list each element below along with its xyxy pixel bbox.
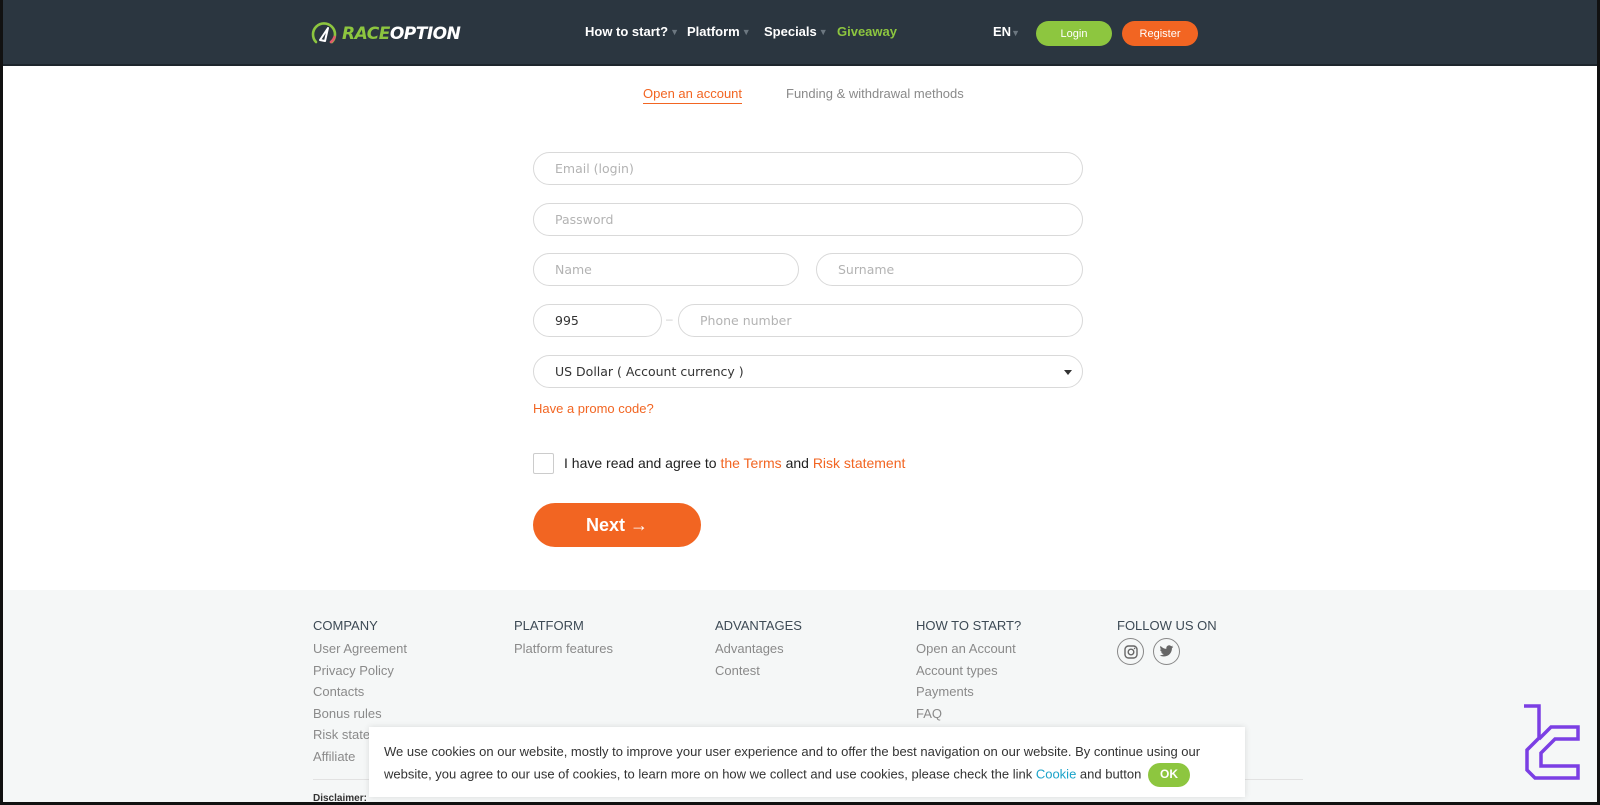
tab-funding-withdrawal[interactable]: Funding & withdrawal methods	[786, 86, 964, 101]
brand-watermark-icon	[1524, 704, 1580, 780]
phone-code-input[interactable]: 995	[533, 304, 662, 337]
currency-selected-value: US Dollar ( Account currency )	[555, 364, 744, 379]
caret-down-icon	[1064, 370, 1072, 375]
login-button[interactable]: Login	[1036, 21, 1112, 46]
speedometer-logo-icon	[311, 22, 337, 44]
email-input[interactable]: Email (login)	[533, 152, 1083, 185]
logo[interactable]: RACEOPTION	[310, 20, 461, 48]
footer-column-platform: PLATFORM Platform features	[514, 618, 613, 660]
cookie-link[interactable]: Cookie	[1036, 766, 1076, 781]
password-input[interactable]: Password	[533, 203, 1083, 236]
footer-column-advantages: ADVANTAGES Advantages Contest	[715, 618, 802, 681]
chevron-down-icon: ▼	[741, 26, 751, 37]
name-placeholder: Name	[555, 262, 592, 277]
instagram-icon[interactable]	[1117, 638, 1144, 665]
language-selector[interactable]: EN▼	[993, 24, 1020, 39]
footer-heading: FOLLOW US ON	[1117, 618, 1217, 633]
phone-code-value: 995	[555, 313, 579, 328]
footer-link[interactable]: User Agreement	[313, 638, 407, 660]
cookie-banner: We use cookies on our website, mostly to…	[369, 727, 1245, 797]
password-placeholder: Password	[555, 212, 614, 227]
risk-statement-link[interactable]: Risk statement	[813, 455, 906, 471]
nav-label: Platform	[687, 24, 740, 39]
footer-link[interactable]: Contest	[715, 660, 802, 682]
currency-select[interactable]: US Dollar ( Account currency )	[533, 355, 1083, 388]
tab-open-account[interactable]: Open an account	[643, 86, 743, 104]
footer-link[interactable]: Open an Account	[916, 638, 1021, 660]
chevron-down-icon: ▼	[670, 26, 679, 37]
footer-link[interactable]: Advantages	[715, 638, 802, 660]
logo-text: RACEOPTION	[342, 24, 461, 44]
footer-column-how-to-start: HOW TO START? Open an Account Account ty…	[916, 618, 1021, 724]
logo-option: OPTION	[389, 24, 461, 44]
phone-separator: –	[666, 312, 673, 326]
phone-placeholder: Phone number	[700, 313, 792, 328]
nav-specials[interactable]: Specials ▼	[764, 24, 828, 39]
twitter-icon[interactable]	[1153, 638, 1180, 665]
footer-column-follow: FOLLOW US ON	[1117, 618, 1217, 665]
footer-link[interactable]: Payments	[916, 681, 1021, 703]
phone-number-input[interactable]: Phone number	[678, 304, 1083, 337]
language-label: EN	[993, 24, 1012, 39]
promo-code-link[interactable]: Have a promo code?	[533, 401, 654, 416]
terms-link[interactable]: the Terms	[720, 455, 781, 471]
chevron-down-icon: ▼	[818, 26, 828, 37]
agree-label: I have read and agree to the Terms and R…	[564, 455, 905, 471]
chevron-down-icon: ▼	[1011, 28, 1020, 38]
name-input[interactable]: Name	[533, 253, 799, 286]
logo-race: RACE	[342, 24, 390, 44]
site-header: RACEOPTION How to start? ▼ Platform ▼ Spec…	[3, 0, 1597, 66]
cookie-ok-button[interactable]: OK	[1148, 762, 1190, 787]
cookie-text: We use cookies on our website, mostly to…	[384, 744, 1201, 781]
footer-link[interactable]: Privacy Policy	[313, 660, 407, 682]
footer-link[interactable]: Platform features	[514, 638, 613, 660]
disclaimer-label: Disclaimer:	[313, 793, 367, 802]
next-button[interactable]: Next →	[533, 503, 701, 547]
nav-label: Specials	[764, 24, 817, 39]
social-links	[1117, 638, 1217, 665]
email-placeholder: Email (login)	[555, 161, 634, 176]
nav-platform[interactable]: Platform ▼	[687, 24, 751, 39]
register-button[interactable]: Register	[1122, 21, 1198, 46]
page: RACEOPTION How to start? ▼ Platform ▼ Spec…	[3, 0, 1597, 802]
footer-heading: COMPANY	[313, 618, 378, 633]
footer-link[interactable]: Bonus rules	[313, 703, 407, 725]
agree-text: I have read and agree to	[564, 455, 717, 471]
footer-heading: HOW TO START?	[916, 618, 1022, 633]
nav-giveaway[interactable]: Giveaway	[837, 24, 897, 39]
footer-heading: PLATFORM	[514, 618, 584, 633]
surname-placeholder: Surname	[838, 262, 895, 277]
agree-checkbox[interactable]	[533, 453, 554, 474]
surname-input[interactable]: Surname	[816, 253, 1083, 286]
footer-link[interactable]: FAQ	[916, 703, 1021, 725]
footer-heading: ADVANTAGES	[715, 618, 802, 633]
nav-label: How to start?	[585, 24, 669, 39]
nav-how-to-start[interactable]: How to start? ▼	[585, 24, 679, 39]
and-text: and	[785, 455, 809, 471]
cookie-text-end: and button	[1079, 765, 1142, 781]
footer-link[interactable]: Contacts	[313, 681, 407, 703]
footer-link[interactable]: Account types	[916, 660, 1021, 682]
nav-label: Giveaway	[837, 24, 897, 39]
